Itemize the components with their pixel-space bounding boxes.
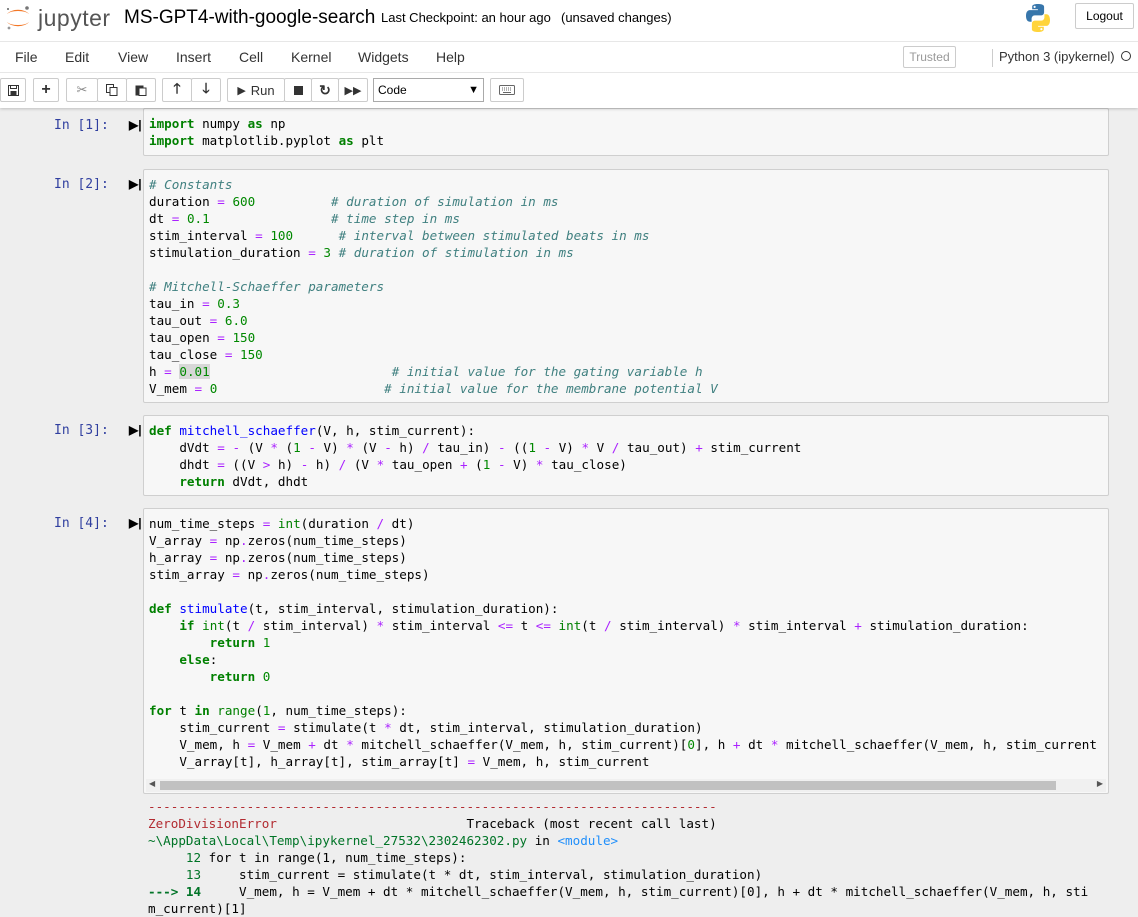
paste-button[interactable] <box>126 78 156 102</box>
run-cell-icon[interactable]: ▶| <box>129 118 142 132</box>
cell-code: import numpy as np import matplotlib.pyp… <box>149 116 385 148</box>
menu-file[interactable]: File <box>15 49 38 65</box>
traceback-line: for t in range(1, num_time_steps): <box>208 850 467 865</box>
run-icon: ▶ <box>237 84 246 97</box>
kernel-name: Python 3 (ipykernel) <box>992 49 1115 67</box>
traceback-line-num: 12 <box>148 850 209 865</box>
cell-type-select[interactable]: Code ▼ <box>373 78 484 102</box>
menubar: File Edit View Insert Cell Kernel Widget… <box>0 41 1138 73</box>
command-palette-button[interactable] <box>490 78 524 102</box>
menu-view[interactable]: View <box>118 49 148 65</box>
cell-input[interactable]: def mitchell_schaeffer(V, h, stim_curren… <box>143 415 1109 496</box>
interrupt-button[interactable] <box>284 78 312 102</box>
save-icon <box>7 84 19 96</box>
logo-text: jupyter <box>38 4 111 31</box>
scroll-right-icon[interactable]: ▶ <box>1097 779 1103 788</box>
cell-input[interactable]: import numpy as np import matplotlib.pyp… <box>143 108 1109 156</box>
error-name: ZeroDivisionError <box>148 816 277 831</box>
cell-output-traceback: ----------------------------------------… <box>143 798 1123 917</box>
traceback-line-num: ---> 14 <box>148 884 209 899</box>
restart-icon: ↻ <box>319 81 331 98</box>
move-up-button[interactable]: 🡑 <box>162 78 192 102</box>
cell-type-value: Code <box>378 83 407 97</box>
notebook-area: In [1]: ▶| import numpy as np import mat… <box>0 108 1138 917</box>
traceback-header: Traceback (most recent call last) <box>466 816 717 831</box>
run-cell-icon[interactable]: ▶| <box>129 423 142 437</box>
traceback-module: <module> <box>557 833 619 848</box>
horizontal-scrollbar[interactable]: ◀ ▶ <box>146 779 1106 792</box>
autosave-status: (unsaved changes) <box>561 10 672 25</box>
insert-cell-button[interactable]: + <box>33 78 59 102</box>
scrollbar-thumb[interactable] <box>160 781 1056 790</box>
python-logo-icon <box>1026 4 1050 32</box>
save-button[interactable] <box>0 78 26 102</box>
cell-input[interactable]: # Constants duration = 600 # duration of… <box>143 169 1109 403</box>
menu-cell[interactable]: Cell <box>239 49 263 65</box>
traceback-line: stim_current = stimulate(t * dt, stim_in… <box>208 867 763 882</box>
traceback-file: ~\AppData\Local\Temp\ipykernel_27532\230… <box>148 833 528 848</box>
cell-prompt: In [1]: <box>54 118 109 133</box>
notebook-title[interactable]: MS-GPT4-with-google-search <box>124 7 375 29</box>
stop-icon <box>293 85 303 95</box>
traceback-text: ----------------------------------------… <box>143 798 1123 917</box>
paste-icon <box>135 85 147 96</box>
traceback-separator: ----------------------------------------… <box>148 799 717 814</box>
arrow-down-icon: 🡓 <box>202 80 210 96</box>
menu-kernel[interactable]: Kernel <box>291 49 331 65</box>
chevron-down-icon: ▼ <box>468 84 479 96</box>
cell-code: num_time_steps = int(duration / dt) V_ar… <box>149 516 1097 769</box>
traceback-line: V_mem, h = V_mem + dt * mitchell_schaeff… <box>208 884 1089 899</box>
cell-prompt: In [2]: <box>54 177 109 192</box>
menu-insert[interactable]: Insert <box>176 49 211 65</box>
move-down-button[interactable]: 🡓 <box>191 78 221 102</box>
cell-prompt: In [4]: <box>54 516 109 531</box>
menu-widgets[interactable]: Widgets <box>358 49 409 65</box>
trusted-indicator[interactable]: Trusted <box>903 46 956 68</box>
cell-code: def mitchell_schaeffer(V, h, stim_curren… <box>149 423 802 489</box>
menu-edit[interactable]: Edit <box>65 49 89 65</box>
copy-button[interactable] <box>97 78 127 102</box>
run-cell-icon[interactable]: ▶| <box>129 516 142 530</box>
run-button[interactable]: ▶ Run <box>227 78 285 102</box>
cell-code: # Constants duration = 600 # duration of… <box>149 177 718 396</box>
cut-button[interactable]: ✂ <box>66 78 98 102</box>
jupyter-logo[interactable]: jupyter <box>4 4 111 32</box>
scroll-left-icon[interactable]: ◀ <box>149 779 155 788</box>
traceback-line-num: 13 <box>148 867 209 882</box>
traceback-line: m_current)[1] <box>148 901 247 916</box>
cut-icon: ✂ <box>76 82 88 97</box>
checkpoint-status: Last Checkpoint: an hour ago <box>381 10 551 25</box>
plus-icon: + <box>41 81 51 98</box>
cell-input[interactable]: num_time_steps = int(duration / dt) V_ar… <box>143 508 1109 794</box>
copy-icon <box>106 84 118 96</box>
restart-button[interactable]: ↻ <box>311 78 339 102</box>
run-cell-icon[interactable]: ▶| <box>129 177 142 191</box>
jupyter-logo-icon <box>7 6 29 30</box>
run-label: Run <box>250 82 275 98</box>
header: jupyter MS-GPT4-with-google-search Last … <box>0 0 1138 108</box>
restart-run-all-button[interactable]: ▶▶ <box>338 78 368 102</box>
traceback-in: in <box>527 833 558 848</box>
menu-help[interactable]: Help <box>436 49 465 65</box>
fast-forward-icon: ▶▶ <box>344 84 362 97</box>
logout-button[interactable]: Logout <box>1075 3 1134 29</box>
cell-prompt: In [3]: <box>54 423 109 438</box>
keyboard-icon <box>499 85 515 95</box>
arrow-up-icon: 🡑 <box>173 80 181 96</box>
kernel-idle-icon <box>1121 51 1131 61</box>
